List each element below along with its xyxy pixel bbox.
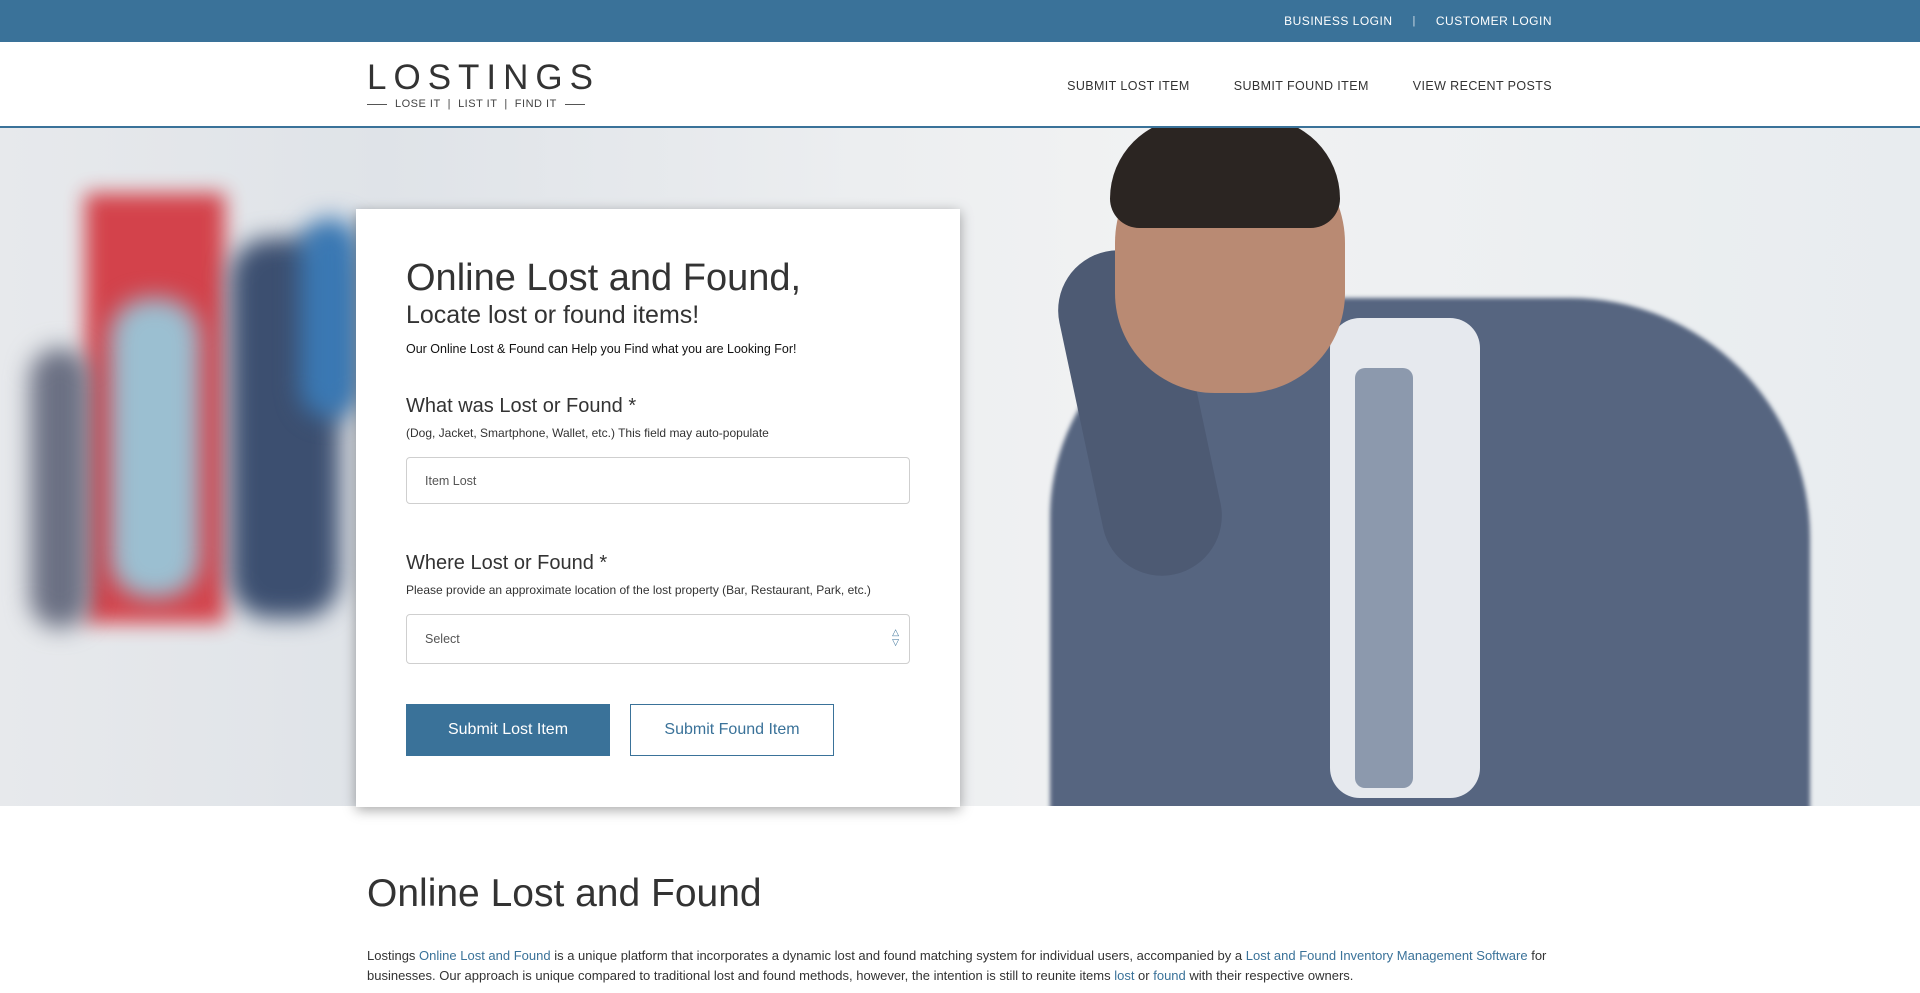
up-down-chevron-icon: △ ▽	[892, 627, 899, 647]
item-hint: (Dog, Jacket, Smartphone, Wallet, etc.) …	[406, 426, 769, 440]
logo-dash-left	[367, 103, 387, 105]
item-lost-placeholder: Item Lost	[425, 473, 477, 488]
location-select[interactable]: Select △ ▽	[406, 614, 910, 664]
hero-bg-blur-figure	[30, 348, 90, 628]
item-lost-input[interactable]: Item Lost	[406, 457, 910, 504]
hero-man-hair	[1110, 128, 1340, 228]
main-nav: SUBMIT LOST ITEM SUBMIT FOUND ITEM VIEW …	[1067, 79, 1552, 93]
hero-man-tie	[1355, 368, 1413, 788]
paragraph-text: is a unique platform that incorporates a…	[550, 948, 1246, 963]
hero-bg-blur-figure	[300, 218, 360, 418]
nav-submit-lost-item[interactable]: SUBMIT LOST ITEM	[1067, 79, 1190, 93]
submit-found-item-button[interactable]: Submit Found Item	[630, 704, 834, 756]
business-login-link[interactable]: BUSINESS LOGIN	[1284, 14, 1392, 28]
paragraph-text: with their respective owners.	[1185, 968, 1354, 983]
location-select-value: Select	[425, 632, 460, 646]
location-question-label: Where Lost or Found *	[406, 552, 608, 574]
location-hint: Please provide an approximate location o…	[406, 583, 871, 597]
hero-banner	[0, 128, 1920, 806]
login-separator: |	[1412, 15, 1416, 27]
form-intro: Our Online Lost & Found can Help you Fin…	[406, 342, 797, 356]
online-lost-and-found-link[interactable]: Online Lost and Found	[419, 948, 551, 963]
form-subtitle: Locate lost or found items!	[406, 301, 700, 329]
form-title: Online Lost and Found,	[406, 257, 802, 299]
paragraph-text: or	[1134, 968, 1154, 983]
nav-submit-found-item[interactable]: SUBMIT FOUND ITEM	[1234, 79, 1369, 93]
submit-lost-item-button[interactable]: Submit Lost Item	[406, 704, 610, 756]
section-paragraph: Lostings Online Lost and Found is a uniq…	[367, 946, 1557, 986]
found-link[interactable]: found	[1153, 968, 1186, 983]
item-question-label: What was Lost or Found *	[406, 395, 637, 417]
inventory-software-link[interactable]: Lost and Found Inventory Management Soft…	[1246, 948, 1528, 963]
logo[interactable]: LOSTINGS LOSE IT | LIST IT | FIND IT	[367, 60, 593, 110]
lost-link[interactable]: lost	[1114, 968, 1134, 983]
logo-tagline: LOSE IT | LIST IT | FIND IT	[395, 98, 557, 110]
logo-tagline-row: LOSE IT | LIST IT | FIND IT	[367, 98, 593, 110]
nav-view-recent-posts[interactable]: VIEW RECENT POSTS	[1413, 79, 1552, 93]
paragraph-text: Lostings	[367, 948, 420, 963]
customer-login-link[interactable]: CUSTOMER LOGIN	[1436, 14, 1552, 28]
top-utility-bar: BUSINESS LOGIN | CUSTOMER LOGIN	[0, 0, 1920, 42]
logo-dash-right	[564, 103, 585, 105]
section-heading: Online Lost and Found	[367, 872, 762, 915]
hero-bg-blur-figure	[110, 298, 200, 598]
login-links: BUSINESS LOGIN | CUSTOMER LOGIN	[1284, 14, 1552, 28]
search-form-card: Online Lost and Found, Locate lost or fo…	[356, 209, 960, 807]
logo-wordmark: LOSTINGS	[367, 58, 600, 97]
site-header: LOSTINGS LOSE IT | LIST IT | FIND IT SUB…	[0, 42, 1920, 128]
